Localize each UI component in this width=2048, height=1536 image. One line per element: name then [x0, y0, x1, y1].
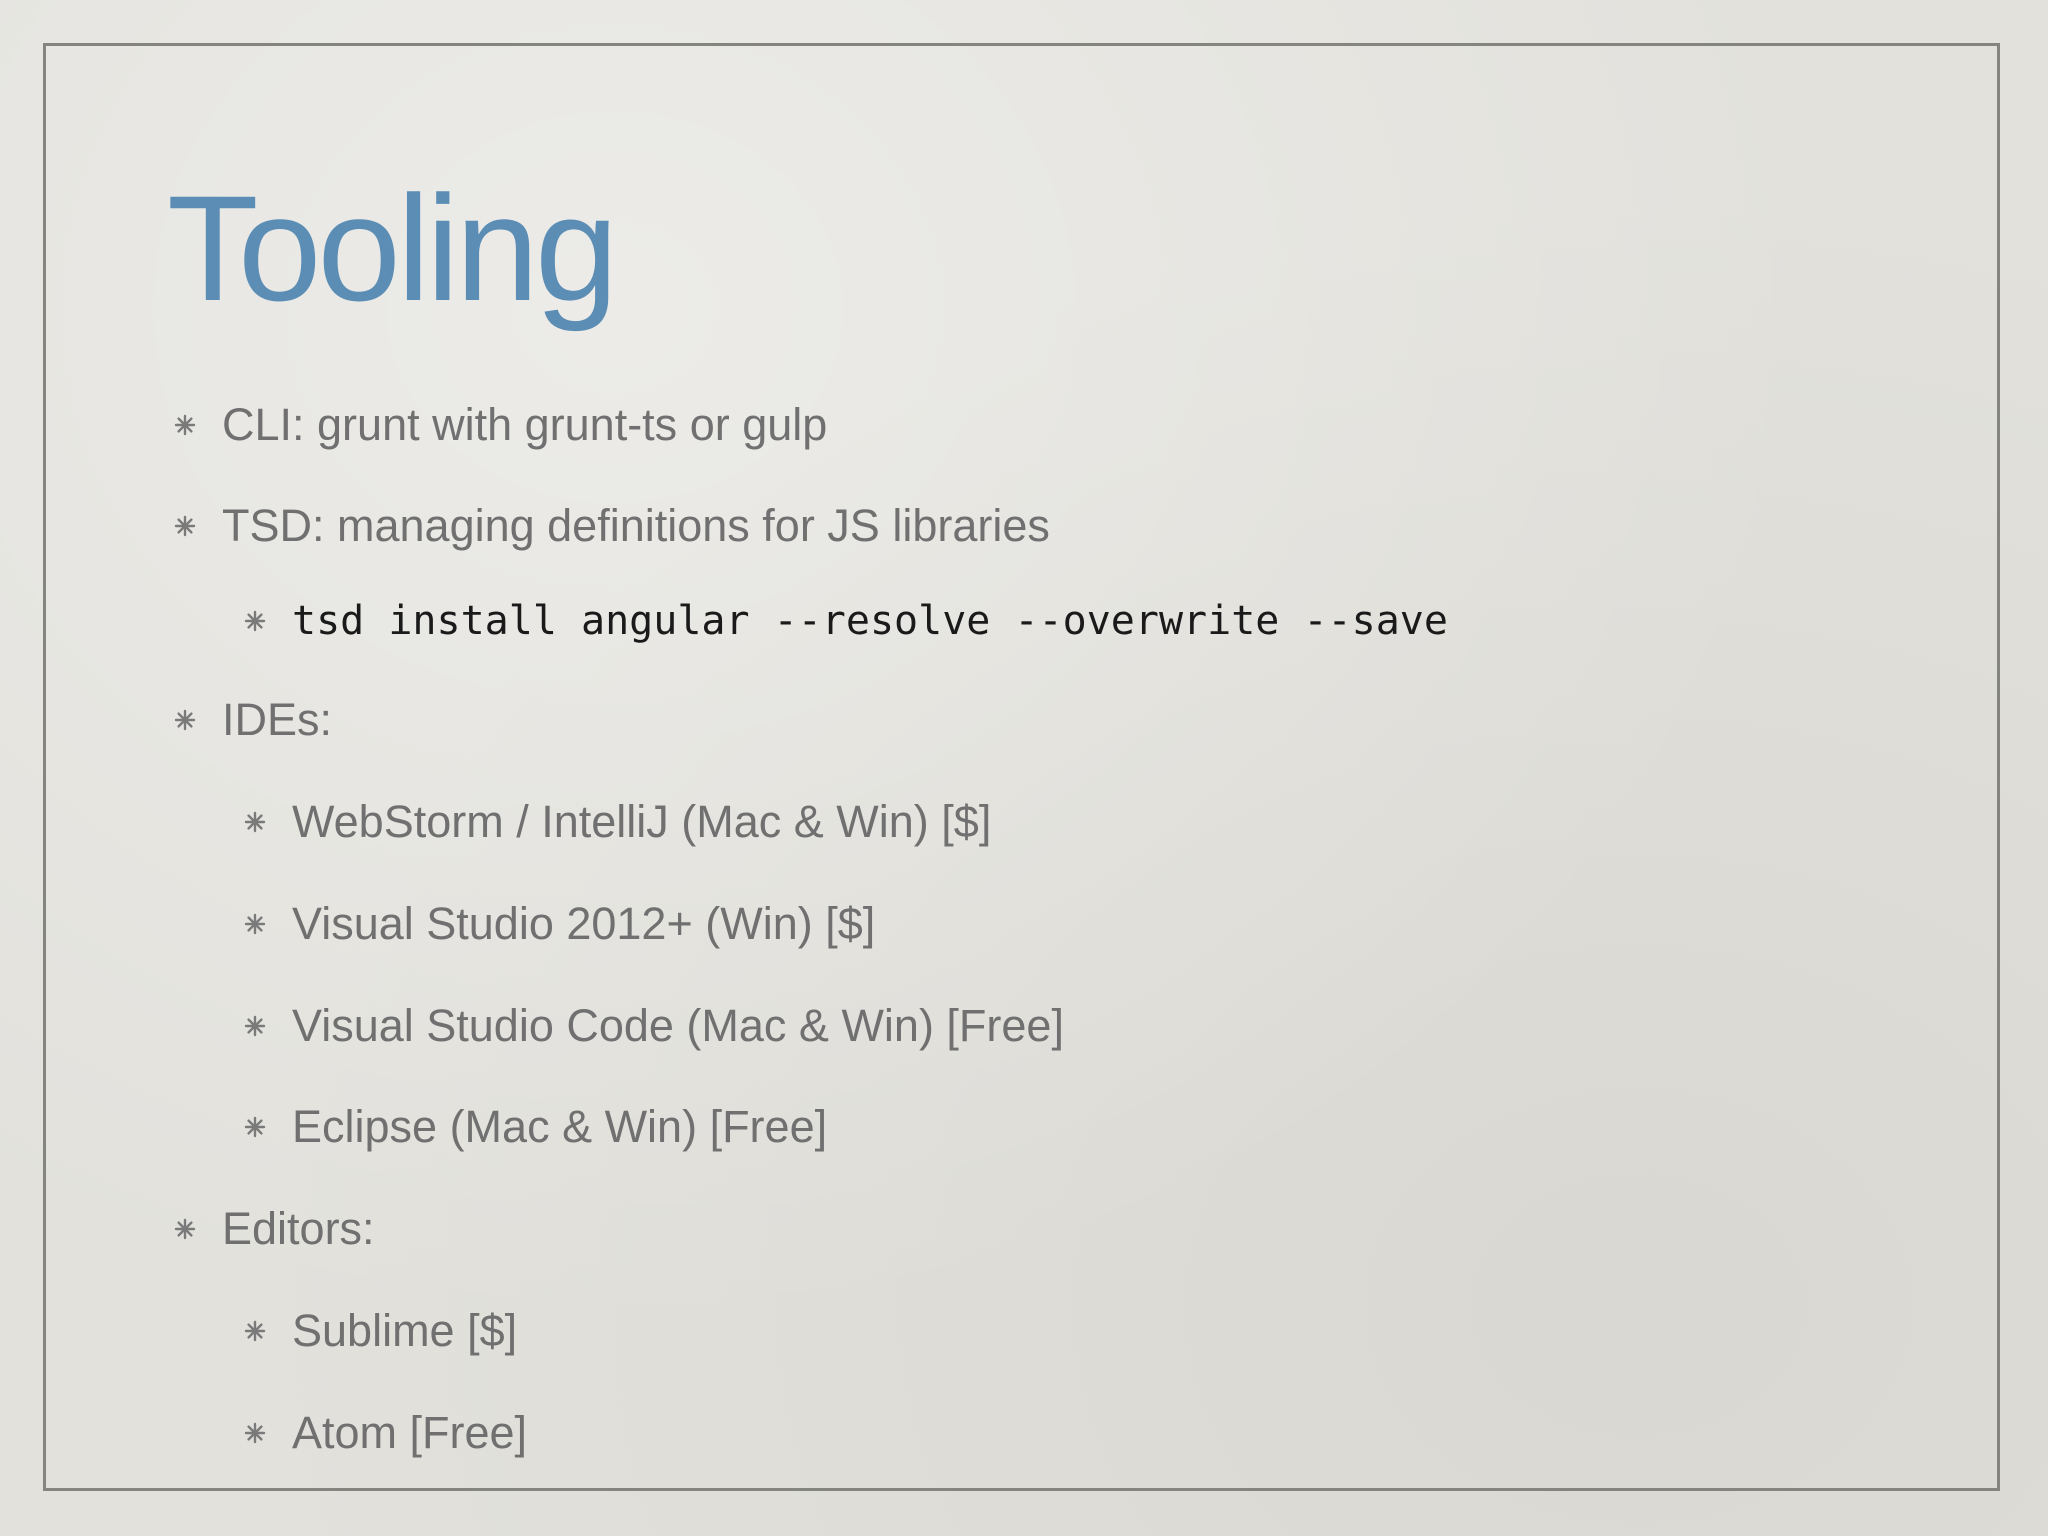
asterisk-bullet-icon [244, 811, 266, 833]
bullet-item: Atom [Free] [244, 1403, 527, 1463]
bullet-text: IDEs: [222, 694, 333, 745]
bullet-item: IDEs: [174, 690, 332, 750]
bullet-item: CLI: grunt with grunt-ts or gulp [174, 395, 827, 455]
bullet-text: TSD: managing definitions for JS librari… [222, 500, 1050, 551]
code-command-text: tsd install angular --resolve --overwrit… [292, 598, 1448, 644]
bullet-item: Sublime [$] [244, 1301, 517, 1361]
bullet-text: Atom [Free] [292, 1407, 528, 1458]
asterisk-bullet-icon [244, 1320, 266, 1342]
bullet-text: Sublime [$] [292, 1305, 518, 1356]
asterisk-bullet-icon [244, 1422, 266, 1444]
bullet-item: TSD: managing definitions for JS librari… [174, 496, 1050, 556]
bullet-text: CLI: grunt with grunt-ts or gulp [222, 399, 828, 450]
bullet-item: Editors: [174, 1199, 375, 1259]
asterisk-bullet-icon [244, 913, 266, 935]
asterisk-bullet-icon [174, 709, 196, 731]
slide-title: Tooling [167, 164, 618, 332]
bullet-item: WebStorm / IntelliJ (Mac & Win) [$] [244, 792, 991, 852]
bullet-item-code: tsd install angular --resolve --overwrit… [244, 591, 1448, 651]
bullet-text: Eclipse (Mac & Win) [Free] [292, 1101, 828, 1152]
asterisk-bullet-icon [174, 515, 196, 537]
bullet-text: Visual Studio Code (Mac & Win) [Free] [292, 1000, 1064, 1051]
bullet-item: Visual Studio Code (Mac & Win) [Free] [244, 996, 1064, 1056]
bullet-item: Visual Studio 2012+ (Win) [$] [244, 894, 875, 954]
asterisk-bullet-icon [244, 1116, 266, 1138]
asterisk-bullet-icon [174, 414, 196, 436]
bullet-item: Eclipse (Mac & Win) [Free] [244, 1097, 827, 1157]
asterisk-bullet-icon [244, 1015, 266, 1037]
asterisk-bullet-icon [174, 1218, 196, 1240]
asterisk-bullet-icon [244, 610, 266, 632]
bullet-text: WebStorm / IntelliJ (Mac & Win) [$] [292, 796, 992, 847]
bullet-text: Visual Studio 2012+ (Win) [$] [292, 898, 876, 949]
bullet-text: Editors: [222, 1203, 375, 1254]
